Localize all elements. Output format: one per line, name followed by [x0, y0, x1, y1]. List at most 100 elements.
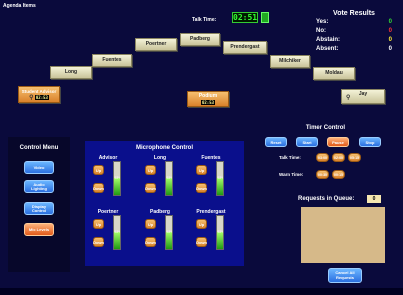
requests-queue-list[interactable] [301, 207, 385, 263]
timer-control-title: Timer Control [305, 125, 346, 131]
mic-level-value: 53% [166, 176, 173, 180]
seat-label: Milchiker [279, 58, 301, 64]
vote-row-yes: Yes: 0 [310, 19, 398, 28]
timer-pause-button[interactable]: Pause [327, 137, 349, 147]
mic-name: Padberg [149, 209, 170, 215]
video-button[interactable]: Video [24, 161, 54, 174]
timer-start-button[interactable]: Start [296, 137, 318, 147]
mic-level-fill [217, 231, 223, 249]
mic-down-button[interactable]: Down [145, 237, 156, 247]
mic-level-fill [217, 177, 223, 195]
warn-time-preset[interactable]: 00:15 [332, 170, 345, 179]
seat-padberg[interactable]: Padberg [180, 33, 220, 46]
vote-results-panel: Vote Results Yes: 0 No: 0 Abstain: 0 Abs… [310, 10, 398, 55]
mic-level-value: 53% [114, 230, 121, 234]
mic-level-meter[interactable]: 53% [113, 161, 121, 196]
audio-lighting-button[interactable]: Audio Lighting [24, 180, 54, 193]
warn-time-preset[interactable]: 00:30 [316, 170, 329, 179]
mic-level-value: 53% [166, 230, 173, 234]
mic-levels-button[interactable]: Mic Levels [24, 223, 54, 236]
talk-time-label: Talk Time: [192, 17, 217, 23]
vote-value: 0 [388, 19, 392, 25]
vote-row-no: No: 0 [310, 28, 398, 37]
microphone-control-panel: Microphone Control Advisor Up Down 53% L… [85, 141, 244, 266]
mic-level-fill [114, 231, 120, 249]
mic-channel-prendergast: Prendergast Up Down 53% [192, 209, 230, 257]
mic-level-meter[interactable]: 53% [165, 161, 173, 196]
seat-label: Poertner [145, 41, 167, 47]
seat-milchiker[interactable]: Milchiker [270, 55, 310, 68]
cancel-all-requests-button[interactable]: Cancel All Requests [328, 268, 362, 283]
talk-time-indicator [261, 12, 269, 23]
mic-channel-padberg: Padberg Up Down 53% [141, 209, 179, 257]
vote-row-abstain: Abstain: 0 [310, 37, 398, 46]
seat-student-advisor[interactable]: Student Advisor ⚲ 02:53 [18, 86, 60, 103]
timer-reset-button[interactable]: Reset [265, 137, 287, 147]
seat-timer: 02:53 [200, 100, 216, 105]
mic-down-button[interactable]: Down [196, 237, 207, 247]
mic-up-button[interactable]: Up [93, 165, 104, 175]
talk-time-display: 02:51 [232, 12, 258, 23]
vote-value: 0 [388, 28, 392, 34]
talk-time-preset[interactable]: 03:00 [316, 153, 329, 162]
bottom-bar [0, 288, 403, 295]
seat-label: Podium [198, 93, 218, 99]
mic-down-button[interactable]: Down [145, 183, 156, 193]
mic-level-fill [166, 231, 172, 249]
seat-label: Moldau [325, 70, 343, 76]
app-frame: Agenda Items Talk Time: 02:51 Vote Resul… [0, 0, 403, 295]
timer-control-panel: Timer Control Reset Start Pause Stop Tal… [263, 125, 388, 179]
mic-down-button[interactable]: Down [196, 183, 207, 193]
vote-label: Abstain: [316, 37, 340, 43]
seat-label: Long [64, 69, 78, 75]
mic-channel-long: Long Up Down 53% [141, 155, 179, 203]
mic-channel-fuentes: Fuentes Up Down 53% [192, 155, 230, 203]
requests-queue-label: Requests in Queue: [298, 196, 355, 202]
seat-moldau[interactable]: Moldau [313, 67, 355, 80]
seat-jay[interactable]: Jay ⚲ [341, 89, 385, 104]
mic-channel-poertner: Poertner Up Down 53% [89, 209, 127, 257]
seat-label: Fuentes [102, 57, 122, 63]
vote-label: Absent: [316, 46, 339, 52]
vote-value: 0 [388, 46, 392, 52]
seat-fuentes[interactable]: Fuentes [92, 54, 132, 67]
mic-up-button[interactable]: Up [196, 165, 207, 175]
mic-level-meter[interactable]: 53% [216, 161, 224, 196]
seat-label: Student Advisor [21, 89, 57, 94]
seat-long[interactable]: Long [50, 66, 92, 79]
timer-stop-button[interactable]: Stop [359, 137, 381, 147]
mic-level-value: 53% [217, 230, 224, 234]
mic-name: Fuentes [201, 155, 221, 161]
vote-value: 0 [388, 37, 392, 43]
seat-poertner[interactable]: Poertner [135, 38, 177, 51]
seat-podium[interactable]: Podium 02:53 [187, 91, 229, 107]
mic-level-fill [114, 177, 120, 195]
mic-name: Poertner [97, 209, 119, 215]
mic-level-fill [166, 177, 172, 195]
seat-label: Padberg [189, 36, 210, 42]
mic-up-button[interactable]: Up [93, 219, 104, 229]
mic-level-meter[interactable]: 53% [216, 215, 224, 250]
warn-time-preset-label: Warn Time: [279, 172, 304, 177]
microphone-icon: ⚲ [346, 95, 351, 101]
talk-time-preset[interactable]: 02:00 [332, 153, 345, 162]
mic-down-button[interactable]: Down [93, 183, 104, 193]
talk-time-preset[interactable]: 05:15 [348, 153, 361, 162]
mic-level-meter[interactable]: 53% [113, 215, 121, 250]
microphone-icon: ⚲ [29, 95, 34, 101]
mic-level-meter[interactable]: 53% [165, 215, 173, 250]
seat-prendergast[interactable]: Prendergast [223, 41, 267, 54]
mic-down-button[interactable]: Down [93, 237, 104, 247]
talk-time-preset-label: Talk Time: [279, 155, 301, 160]
vote-row-absent: Absent: 0 [310, 46, 398, 55]
requests-queue-count: 0 [367, 195, 381, 203]
mic-up-button[interactable]: Up [145, 219, 156, 229]
vote-results-title: Vote Results [333, 10, 375, 17]
agenda-items-label: Agenda Items [3, 3, 36, 9]
mic-level-value: 53% [114, 176, 121, 180]
seat-timer: 02:53 [34, 95, 49, 100]
mic-up-button[interactable]: Up [145, 165, 156, 175]
mic-up-button[interactable]: Up [196, 219, 207, 229]
display-control-button[interactable]: Display Control [24, 202, 54, 215]
vote-label: Yes: [316, 19, 329, 25]
